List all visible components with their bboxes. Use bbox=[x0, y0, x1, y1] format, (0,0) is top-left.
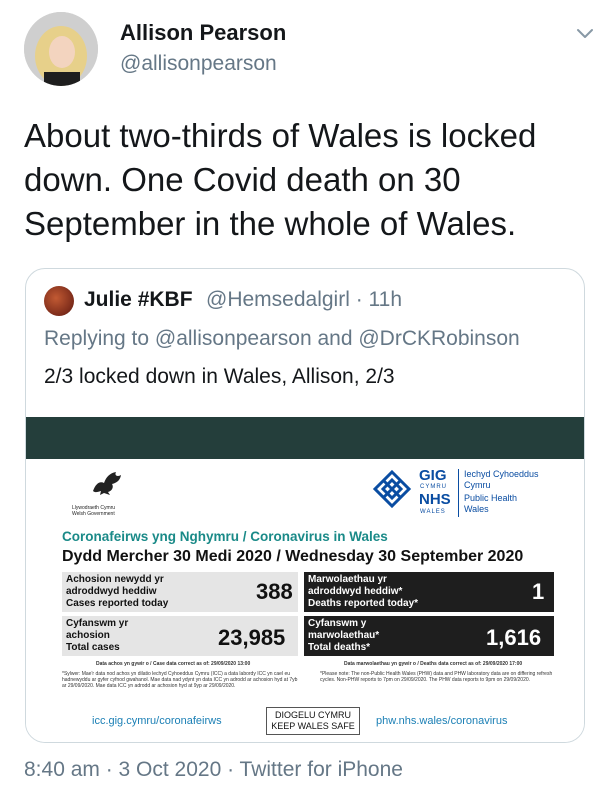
stat-deaths-today: Marwolaethau yr adroddwyd heddiw* Deaths… bbox=[304, 572, 554, 612]
data-correct-right: Data marwolaethau yn gywir o / Deaths da… bbox=[344, 661, 523, 667]
keep-wales-safe-badge: DIOGELU CYMRU KEEP WALES SAFE bbox=[266, 707, 360, 735]
footnote-left: *Sylwer: Mae'r data nod achos yn dilatio… bbox=[62, 671, 298, 689]
welsh-government-logo: Llywodraeth Cymru Welsh Government bbox=[62, 469, 142, 529]
quoted-author-name[interactable]: Julie #KBF bbox=[84, 288, 193, 312]
nhs-logo-cymru: CYMRU bbox=[420, 484, 447, 490]
graphic-date-title: Dydd Mercher 30 Medi 2020 / Wednesday 30… bbox=[62, 548, 524, 565]
stat-total-cases: Cyfanswm yr achosion Total cases 23,985 bbox=[62, 616, 298, 656]
nhs-logo-wales: WALES bbox=[420, 509, 446, 515]
author-handle[interactable]: @allisonpearson bbox=[120, 52, 277, 76]
label-cy-1: Marwolaethau yr bbox=[308, 574, 387, 585]
label-cy-2: adroddwyd heddiw* bbox=[308, 586, 403, 597]
phw-line4: Wales bbox=[464, 504, 489, 514]
tweet-header: Allison Pearson @allisonpearson bbox=[24, 10, 596, 90]
graphic-subtitle: Coronafeirws yng Nghymru / Coronavirus i… bbox=[62, 529, 388, 544]
stat-new-cases: Achosion newydd yr adroddwyd heddiw Case… bbox=[62, 572, 298, 612]
keep-safe-en: KEEP WALES SAFE bbox=[271, 721, 355, 731]
stat-deaths-today-value: 1 bbox=[532, 579, 545, 604]
url-right: phw.nhs.wales/coronavirus bbox=[376, 715, 508, 727]
phw-line2: Cymru bbox=[464, 480, 491, 490]
stat-deaths-today-label: Marwolaethau yr adroddwyd heddiw* Deaths… bbox=[304, 572, 554, 612]
dragon-icon bbox=[93, 472, 121, 495]
logo-divider bbox=[458, 469, 459, 517]
quoted-text: 2/3 locked down in Wales, Allison, 2/3 bbox=[44, 365, 395, 388]
quoted-tweet[interactable]: Julie #KBF @Hemsedalgirl · 11h Replying … bbox=[25, 268, 585, 743]
image-header-bar bbox=[26, 417, 584, 459]
phw-line1: Iechyd Cyhoeddus bbox=[464, 469, 539, 479]
nhs-logo-nhs: NHS bbox=[419, 491, 451, 508]
gov-logo-line2: Welsh Government bbox=[72, 511, 115, 517]
url-left: icc.gig.cymru/coronafeirws bbox=[92, 715, 222, 727]
avatar[interactable] bbox=[24, 12, 98, 86]
quoted-replying-to: Replying to @allisonpearson and @DrCKRob… bbox=[44, 327, 520, 350]
phw-line3: Public Health bbox=[464, 493, 518, 503]
quoted-avatar[interactable] bbox=[44, 286, 74, 316]
chevron-down-icon[interactable] bbox=[574, 22, 596, 44]
tweet-text: About two-thirds of Wales is locked down… bbox=[24, 117, 537, 242]
stat-total-deaths-value: 1,616 bbox=[486, 625, 542, 650]
data-correct-left: Data achos yn gywir o / Case data correc… bbox=[96, 661, 251, 667]
quoted-author-handle: @Hemsedalgirl · 11h bbox=[206, 288, 403, 311]
label-en: Deaths reported today* bbox=[308, 598, 419, 609]
author-name[interactable]: Allison Pearson bbox=[120, 20, 286, 46]
stat-total-cases-value: 23,985 bbox=[218, 625, 286, 650]
attached-image[interactable]: Llywodraeth Cymru Welsh Government GIG C… bbox=[26, 417, 584, 742]
stat-total-deaths: Cyfanswm y marwolaethau* Total deaths* 1… bbox=[304, 616, 554, 656]
keep-safe-cy: DIOGELU CYMRU bbox=[274, 710, 351, 720]
footnote-right: *Please note: The non-Public Health Wale… bbox=[320, 671, 553, 683]
stat-new-cases-value: 388 bbox=[256, 579, 293, 604]
tweet-timestamp[interactable]: 8:40 am · 3 Oct 2020 · Twitter for iPhon… bbox=[24, 758, 403, 782]
nhs-logo-gig: GIG bbox=[419, 467, 447, 484]
phw-knot-icon bbox=[372, 469, 412, 509]
